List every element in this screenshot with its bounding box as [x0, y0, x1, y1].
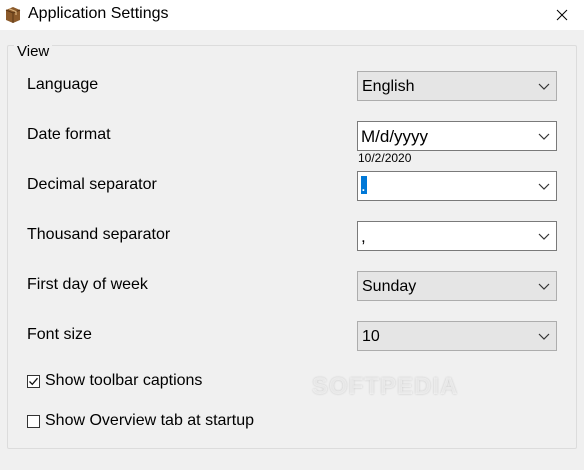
chevron-down-icon[interactable] — [538, 231, 550, 241]
chevron-down-icon — [538, 83, 550, 90]
window-title: Application Settings — [28, 5, 169, 22]
toolbar-captions-checkbox[interactable]: Show toolbar captions — [27, 372, 202, 390]
date-format-combo[interactable]: M/d/yyyy — [357, 121, 557, 151]
close-icon — [556, 9, 568, 21]
decimal-separator-value[interactable]: . — [361, 176, 367, 196]
decimal-separator-label: Decimal separator — [27, 176, 157, 193]
text-selection: . — [361, 176, 367, 195]
date-format-label: Date format — [27, 126, 111, 143]
font-size-dropdown[interactable]: 10 — [357, 321, 557, 351]
overview-tab-checkbox[interactable]: Show Overview tab at startup — [27, 412, 254, 430]
group-legend: View — [14, 43, 53, 60]
toolbar-captions-label: Show toolbar captions — [45, 372, 203, 389]
chevron-down-icon — [538, 333, 550, 340]
chevron-down-icon — [538, 283, 550, 290]
date-format-value[interactable]: M/d/yyyy — [361, 127, 428, 147]
thousand-separator-value[interactable]: , — [361, 227, 366, 247]
title-bar: Application Settings — [0, 0, 584, 30]
watermark-text: SOFTPEDIA — [312, 373, 459, 400]
chevron-down-icon[interactable] — [538, 181, 550, 191]
overview-tab-label: Show Overview tab at startup — [45, 412, 254, 429]
thousand-separator-combo[interactable]: , — [357, 221, 557, 251]
box-icon — [5, 7, 21, 23]
language-label: Language — [27, 76, 99, 93]
close-button[interactable] — [540, 0, 584, 30]
settings-panel: View Language English Date format M/d/yy… — [0, 30, 584, 470]
font-size-label: Font size — [27, 326, 92, 343]
first-day-value: Sunday — [362, 278, 417, 295]
date-format-sample: 10/2/2020 — [358, 151, 412, 165]
font-size-value: 10 — [362, 328, 380, 345]
checkbox-box[interactable] — [27, 374, 40, 388]
first-day-dropdown[interactable]: Sunday — [357, 271, 557, 301]
language-value: English — [362, 78, 415, 95]
checkbox-box[interactable] — [27, 414, 40, 428]
language-dropdown[interactable]: English — [357, 71, 557, 101]
chevron-down-icon[interactable] — [538, 131, 550, 141]
thousand-separator-label: Thousand separator — [27, 226, 171, 243]
decimal-separator-combo[interactable]: . — [357, 171, 557, 201]
first-day-label: First day of week — [27, 276, 148, 293]
checkmark-icon — [29, 377, 38, 385]
